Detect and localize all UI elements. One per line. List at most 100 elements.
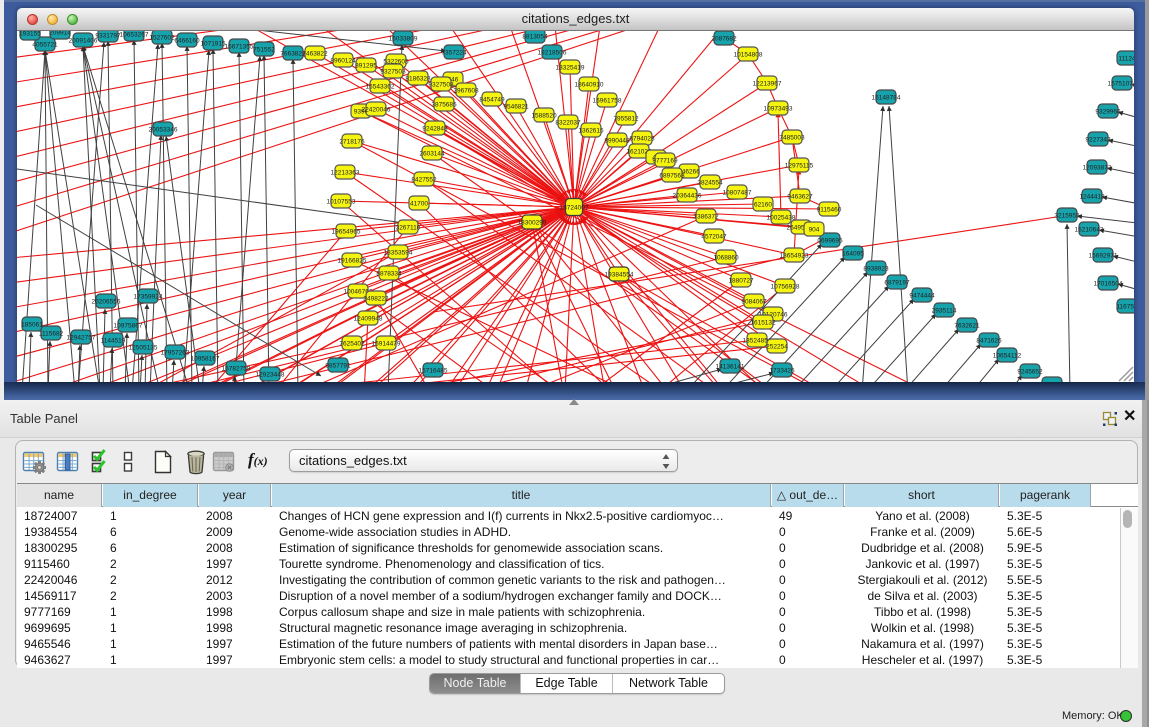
svg-text:8813054: 8813054	[522, 34, 548, 41]
svg-text:10025438: 10025438	[767, 215, 796, 222]
svg-text:751552: 751552	[253, 47, 275, 54]
svg-text:13654923: 13654923	[780, 253, 809, 260]
svg-text:10973493: 10973493	[764, 106, 793, 113]
svg-text:22420046: 22420046	[362, 107, 391, 114]
svg-text:9242848: 9242848	[422, 126, 448, 133]
svg-text:9115460: 9115460	[817, 207, 842, 214]
svg-text:10107553: 10107553	[327, 199, 356, 206]
svg-text:891295: 891295	[355, 63, 377, 70]
svg-text:1144519: 1144519	[101, 338, 126, 345]
svg-text:7463822: 7463822	[302, 51, 328, 58]
svg-text:7386372: 7386372	[693, 214, 719, 221]
svg-text:3215955: 3215955	[1054, 213, 1080, 220]
svg-text:209914: 209914	[49, 31, 71, 37]
svg-text:20091406: 20091406	[69, 38, 98, 45]
svg-text:7955812: 7955812	[613, 116, 639, 123]
svg-text:8960124: 8960124	[330, 58, 356, 65]
svg-text:12975115: 12975115	[785, 163, 814, 170]
svg-text:20206556: 20206556	[92, 299, 121, 306]
svg-text:6466160: 6466160	[174, 38, 200, 45]
svg-text:13325419: 13325419	[556, 65, 585, 72]
svg-text:16961758: 16961758	[593, 98, 622, 105]
svg-text:20364436: 20364436	[673, 193, 702, 200]
svg-text:16148784: 16148784	[872, 95, 901, 102]
svg-text:1880727: 1880727	[728, 278, 754, 285]
svg-text:6897568: 6897568	[659, 173, 685, 180]
svg-text:7357224: 7357224	[441, 50, 467, 57]
svg-text:15751074: 15751074	[1108, 81, 1134, 88]
svg-text:1733426: 1733426	[769, 368, 795, 375]
svg-text:9463627: 9463627	[787, 194, 813, 201]
svg-text:16782759: 16782759	[222, 366, 251, 373]
svg-text:1068860: 1068860	[713, 255, 739, 262]
svg-text:10654112: 10654112	[993, 353, 1022, 360]
svg-text:16671355: 16671355	[225, 44, 254, 51]
svg-text:2603144: 2603144	[419, 151, 445, 158]
svg-text:12942757: 12942757	[67, 335, 96, 342]
svg-text:17957263: 17957263	[161, 350, 190, 357]
svg-text:924565: 924565	[1041, 382, 1063, 383]
svg-text:9331797: 9331797	[95, 33, 121, 40]
svg-text:0699695: 0699695	[817, 238, 843, 245]
svg-text:12213363: 12213363	[331, 170, 360, 177]
svg-text:16914479: 16914479	[372, 341, 401, 348]
svg-text:19218506: 19218506	[538, 50, 567, 57]
svg-text:19384554: 19384554	[605, 272, 634, 279]
svg-text:3498222: 3498222	[363, 296, 389, 303]
svg-text:1362615: 1362615	[578, 128, 604, 135]
svg-text:9329966: 9329966	[1095, 109, 1121, 116]
svg-text:2967608: 2967608	[453, 88, 479, 95]
svg-text:20053346: 20053346	[149, 127, 178, 134]
svg-text:6794028: 6794028	[629, 136, 655, 143]
svg-text:1244418: 1244418	[1079, 194, 1105, 201]
svg-text:10756928: 10756928	[771, 284, 800, 291]
svg-text:17359924: 17359924	[134, 294, 163, 301]
svg-text:9327508: 9327508	[428, 82, 454, 89]
svg-text:1071915: 1071915	[200, 41, 226, 48]
svg-text:2935114: 2935114	[932, 308, 957, 315]
svg-text:9777169: 9777169	[652, 158, 678, 165]
svg-text:8427552: 8427552	[411, 177, 437, 184]
svg-text:17016504: 17016504	[1094, 281, 1123, 288]
svg-text:1115682: 1115682	[39, 331, 64, 338]
svg-text:14136141: 14136141	[716, 364, 745, 371]
svg-text:10958167: 10958167	[191, 356, 220, 363]
svg-text:3267110: 3267110	[396, 225, 421, 232]
svg-text:41700: 41700	[410, 201, 428, 208]
svg-text:8938923: 8938923	[863, 266, 889, 273]
svg-text:10653267: 10653267	[120, 32, 149, 39]
svg-text:7632621: 7632621	[954, 323, 980, 330]
svg-text:18640910: 18640910	[575, 82, 604, 89]
svg-text:10975867: 10975867	[114, 323, 143, 330]
svg-text:16543362: 16543362	[366, 84, 395, 91]
svg-text:19654965: 19654965	[332, 229, 361, 236]
svg-text:11124: 11124	[1118, 56, 1134, 63]
svg-text:8471626: 8471626	[976, 338, 1002, 345]
svg-text:185061: 185061	[21, 322, 43, 329]
svg-text:252254: 252254	[766, 344, 788, 351]
svg-text:904: 904	[809, 227, 820, 234]
svg-text:12505135: 12505135	[129, 345, 158, 352]
svg-text:4055721: 4055721	[32, 42, 58, 49]
svg-text:2718176: 2718176	[339, 139, 365, 146]
svg-text:12093872: 12093872	[1083, 165, 1112, 172]
svg-text:7625402: 7625402	[339, 341, 365, 348]
svg-text:8878334: 8878334	[376, 271, 402, 278]
svg-text:3875685: 3875685	[431, 102, 457, 109]
svg-text:9245652: 9245652	[1017, 369, 1043, 376]
svg-text:16033809: 16033809	[389, 36, 418, 43]
svg-text:9546821: 9546821	[503, 104, 529, 111]
svg-text:8186328: 8186328	[405, 76, 431, 83]
svg-text:10807487: 10807487	[723, 190, 752, 197]
svg-text:116753: 116753	[1116, 304, 1134, 311]
svg-text:4572047: 4572047	[701, 234, 727, 241]
svg-text:15692971: 15692971	[1089, 253, 1118, 260]
svg-text:164095: 164095	[842, 251, 864, 258]
svg-text:7485003: 7485003	[779, 135, 805, 142]
svg-text:16210643: 16210643	[1075, 227, 1104, 234]
svg-text:6879197: 6879197	[884, 280, 910, 287]
svg-text:3824554: 3824554	[697, 180, 723, 187]
svg-text:13353594: 13353594	[384, 250, 413, 257]
svg-text:1588520: 1588520	[531, 113, 557, 120]
svg-text:1615132: 1615132	[750, 320, 776, 327]
